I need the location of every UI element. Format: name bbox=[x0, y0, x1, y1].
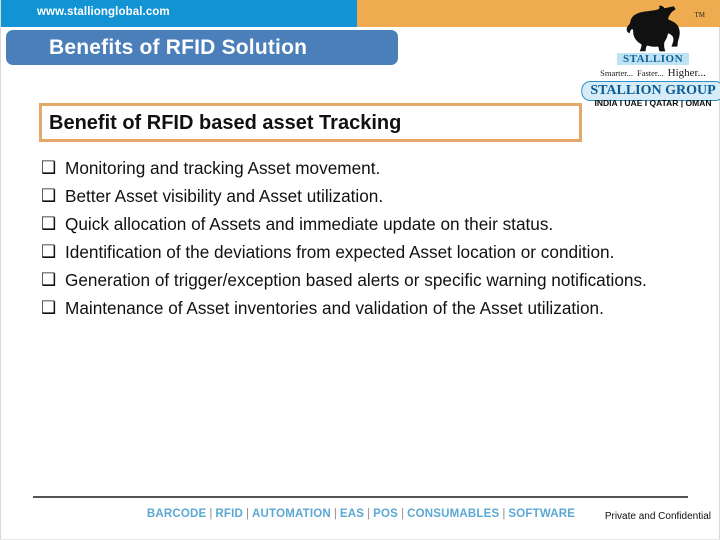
checkbox-bullet-icon: ❑ bbox=[41, 242, 57, 262]
footer-link-automation[interactable]: AUTOMATION bbox=[252, 508, 331, 520]
footer-separator: | bbox=[502, 508, 506, 520]
list-item-text: Monitoring and tracking Asset movement. bbox=[65, 158, 381, 178]
footer-link-eas[interactable]: EAS bbox=[340, 508, 364, 520]
slide: www.stallionglobal.com TM STALLION Smart… bbox=[0, 0, 720, 540]
list-item: ❑ Better Asset visibility and Asset util… bbox=[41, 183, 661, 210]
list-item-text: Better Asset visibility and Asset utiliz… bbox=[65, 186, 384, 206]
checkbox-bullet-icon: ❑ bbox=[41, 186, 57, 206]
horse-silhouette-icon bbox=[618, 5, 688, 58]
list-item: ❑ Identification of the deviations from … bbox=[41, 239, 661, 266]
tagline-word-2: Faster... bbox=[636, 68, 664, 78]
tagline-word-3: Higher... bbox=[667, 67, 706, 79]
checkbox-bullet-icon: ❑ bbox=[41, 270, 57, 290]
subtitle-text: Benefit of RFID based asset Tracking bbox=[49, 112, 402, 134]
website-url[interactable]: www.stallionglobal.com bbox=[37, 6, 170, 18]
footer-separator: | bbox=[401, 508, 405, 520]
footer-link-consumables[interactable]: CONSUMABLES bbox=[407, 508, 499, 520]
logo-countries: INDIA I UAE I QATAR | OMAN bbox=[594, 98, 712, 108]
tagline-word-1: Smarter... bbox=[600, 68, 633, 78]
list-item: ❑ Quick allocation of Assets and immedia… bbox=[41, 211, 661, 238]
list-item: ❑ Monitoring and tracking Asset movement… bbox=[41, 155, 661, 182]
footer-link-software[interactable]: SOFTWARE bbox=[508, 508, 575, 520]
list-item: ❑ Maintenance of Asset inventories and v… bbox=[41, 295, 661, 322]
footer-separator: | bbox=[367, 508, 371, 520]
list-item: ❑ Generation of trigger/exception based … bbox=[41, 267, 661, 294]
trademark-symbol: TM bbox=[694, 11, 706, 19]
list-item-text: Quick allocation of Assets and immediate… bbox=[65, 214, 554, 234]
page-title: Benefits of RFID Solution bbox=[49, 36, 308, 59]
list-item-text: Identification of the deviations from ex… bbox=[65, 242, 615, 262]
benefits-list: ❑ Monitoring and tracking Asset movement… bbox=[41, 155, 661, 323]
company-logo: TM STALLION Smarter... Faster... Higher...… bbox=[581, 2, 720, 108]
list-item-text: Maintenance of Asset inventories and val… bbox=[65, 298, 604, 318]
footer-link-barcode[interactable]: BARCODE bbox=[147, 508, 207, 520]
checkbox-bullet-icon: ❑ bbox=[41, 298, 57, 318]
logo-brand-name: STALLION bbox=[616, 53, 690, 65]
list-item-text: Generation of trigger/exception based al… bbox=[65, 270, 647, 290]
checkbox-bullet-icon: ❑ bbox=[41, 214, 57, 234]
confidentiality-notice: Private and Confidential bbox=[604, 511, 711, 522]
logo-tagline: Smarter... Faster... Higher... bbox=[587, 67, 719, 79]
checkbox-bullet-icon: ❑ bbox=[41, 158, 57, 178]
footer-divider bbox=[33, 496, 688, 498]
footer-link-rfid[interactable]: RFID bbox=[215, 508, 243, 520]
footer-link-pos[interactable]: POS bbox=[373, 508, 398, 520]
footer-separator: | bbox=[246, 508, 250, 520]
footer-separator: | bbox=[333, 508, 337, 520]
